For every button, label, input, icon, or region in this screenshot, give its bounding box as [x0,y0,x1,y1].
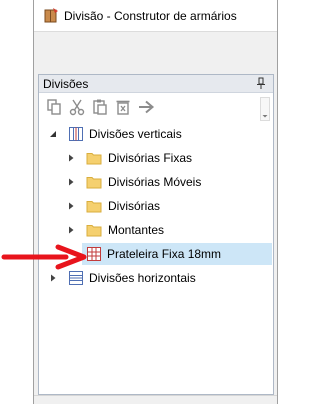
tree-node-vertical-divisions[interactable]: Divisões verticais [39,123,273,145]
vertical-divisions-icon [69,127,83,141]
collapsed-triangle-icon[interactable] [66,177,76,187]
window-title: Divisão - Construtor de armários [64,9,237,23]
tree-node-partitions[interactable]: Divisórias [39,195,273,217]
scroll-down-icon [262,115,268,118]
tree-node-fixed-shelf-18mm[interactable]: Prateleira Fixa 18mm [82,243,272,265]
expanded-triangle-icon[interactable] [48,129,58,139]
panel-toolbar [39,94,273,120]
folder-icon [86,177,102,189]
app-window: Divisão - Construtor de armários Divisõe… [33,0,278,404]
tree-node-horizontal-divisions[interactable]: Divisões horizontais [39,267,273,289]
move-right-button[interactable] [137,98,155,116]
tree-node-label: Montantes [108,223,165,237]
copy-button[interactable] [45,98,63,116]
wardrobe-builder-icon [44,8,58,23]
collapsed-triangle-icon[interactable] [66,225,76,235]
pin-icon[interactable] [256,77,266,90]
panel-title: Divisões [43,77,89,91]
collapsed-triangle-icon[interactable] [66,153,76,163]
red-arrow-annotation-icon [1,244,87,270]
paste-button[interactable] [91,98,109,116]
copy-icon [47,99,61,115]
delete-icon [116,100,130,115]
folder-icon [86,225,102,237]
tree-node-label: Divisões verticais [89,127,182,141]
window-bottom-edge [34,395,277,404]
tree-node-uprights[interactable]: Montantes [39,219,273,241]
tree-node-label: Divisórias [108,199,161,213]
cut-button[interactable] [68,98,86,116]
folder-icon [86,153,102,165]
horizontal-divisions-icon [69,271,83,285]
tree-node-label: Divisões horizontais [89,271,196,285]
move-right-arrow-icon [139,100,155,114]
divisions-panel: Divisões Divisões verticais Divisórias F… [38,74,274,395]
tree-node-movable-partitions[interactable]: Divisórias Móveis [39,171,273,193]
tree-node-fixed-partitions[interactable]: Divisórias Fixas [39,147,273,169]
delete-button[interactable] [114,98,132,116]
tree-node-label: Divisórias Fixas [108,151,193,165]
collapsed-triangle-icon[interactable] [48,273,58,283]
cut-icon [69,99,85,116]
title-bar[interactable]: Divisão - Construtor de armários [34,0,277,32]
tree-node-label: Divisórias Móveis [108,175,202,189]
grid-shelf-icon [87,247,101,261]
tree-node-label: Prateleira Fixa 18mm [107,247,222,261]
vertical-scrollbar[interactable] [260,97,270,121]
panel-header: Divisões [39,75,273,93]
paste-icon [93,99,107,115]
folder-icon [86,201,102,213]
collapsed-triangle-icon[interactable] [66,201,76,211]
